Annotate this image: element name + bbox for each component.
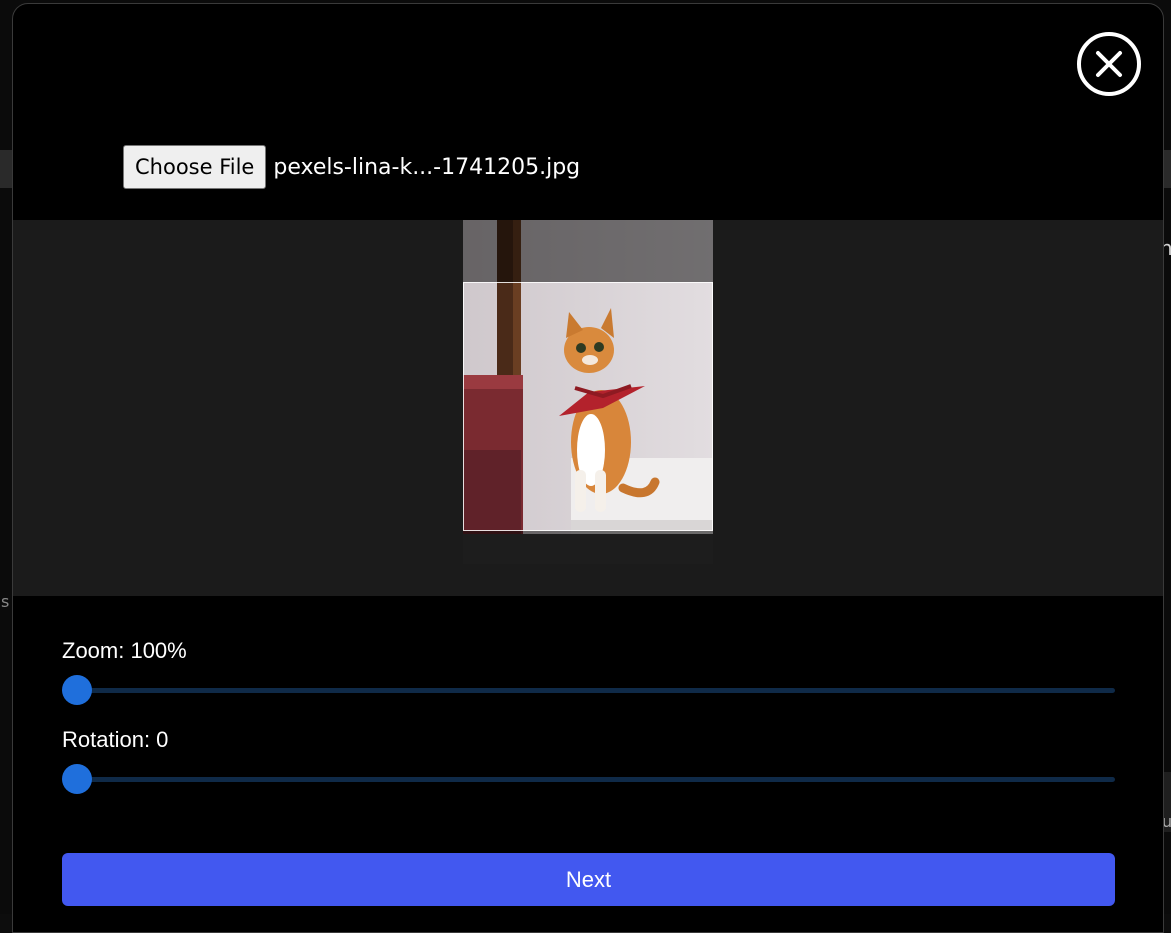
rotation-slider-thumb[interactable] (62, 764, 92, 794)
zoom-label: Zoom: 100% (62, 638, 187, 663)
zoom-slider[interactable] (62, 675, 1115, 705)
zoom-slider-thumb[interactable] (62, 675, 92, 705)
rotation-slider[interactable] (62, 764, 1115, 794)
close-icon (1096, 51, 1122, 77)
background-text-fragment: s (1, 592, 10, 611)
file-input: Choose File pexels-lina-k...-1741205.jpg (123, 145, 580, 189)
crop-overlay-bottom (463, 531, 713, 564)
zoom-slider-track[interactable] (62, 688, 1115, 693)
close-button[interactable] (1077, 32, 1141, 96)
next-button[interactable]: Next (62, 853, 1115, 906)
crop-area[interactable] (13, 220, 1163, 596)
crop-overlay-top (463, 220, 713, 282)
rotation-label: Rotation: 0 (62, 727, 169, 752)
choose-file-button[interactable]: Choose File (123, 145, 267, 189)
image-crop-modal: Choose File pexels-lina-k...-1741205.jpg (12, 3, 1164, 933)
selected-file-name: pexels-lina-k...-1741205.jpg (273, 154, 581, 180)
crop-selection-box[interactable] (463, 282, 713, 531)
rotation-slider-track[interactable] (62, 777, 1115, 782)
